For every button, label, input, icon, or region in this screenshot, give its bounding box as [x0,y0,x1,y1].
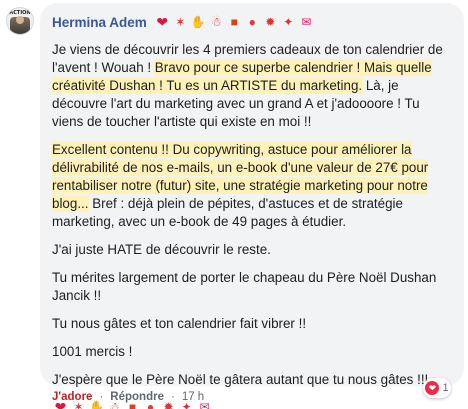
reaction-count-badge[interactable]: ❤ 1 [423,378,451,398]
comment-time[interactable]: 17 h [182,391,204,403]
paragraph-5: Tu nous gâtes et ton calendrier fait vib… [52,316,307,331]
gift-emoji-icon: ■ [230,14,238,29]
party-emoji-icon: ✶ [175,14,186,29]
pray-emoji-icon: ✋ [190,14,206,29]
love-reaction-button[interactable]: J'adore [52,391,92,403]
santa-emoji-icon: ☃ [210,14,222,29]
balloon-emoji-icon: ● [248,14,256,29]
paragraph-6: 1001 mercis ! [52,344,133,359]
author-name[interactable]: Hermina Adem [52,15,147,30]
love-letter-emoji-icon: ✉ [301,14,312,29]
comment-bubble: Hermina Adem ❤ ✶ ✋ ☃ ■ ● ✹ ✦ ✉ Je viens … [40,3,464,409]
facebook-comment-screenshot: ACTION Hermina Adem ❤ ✶ ✋ ☃ ■ ● ✹ ✦ ✉ Je… [0,0,468,409]
comment-actions: J'adore · Répondre · 17 h [52,391,204,403]
confetti-emoji-icon: ✹ [265,14,276,29]
paragraph-4: Tu mérites largement de porter le chapea… [52,270,437,303]
avatar[interactable]: ACTION [6,7,34,35]
party-popper-emoji-icon: ✦ [283,14,294,29]
comment-header: Hermina Adem ❤ ✶ ✋ ☃ ■ ● ✹ ✦ ✉ [52,11,452,33]
comment-message: Je viens de découvrir les 4 premiers cad… [52,41,452,389]
paragraph-3: J'ai juste HATE de découvrir le reste. [52,242,271,257]
separator-dot: · [99,391,104,403]
love-reaction-icon: ❤ [425,381,440,395]
paragraph-2: Excellent contenu !! Du copywriting, ast… [52,141,452,231]
heart-emoji-icon: ❤ [156,13,169,30]
reaction-count: 1 [442,382,449,394]
reply-button[interactable]: Répondre [110,391,164,403]
header-emoji-row: ❤ ✶ ✋ ☃ ■ ● ✹ ✦ ✉ [154,14,315,31]
paragraph-7: J'espère que le Père Noël te gâtera auta… [52,372,429,387]
paragraph-2-text-b: Bref : déjà plein de pépites, d'astuces … [52,196,403,229]
separator-dot: · [170,391,175,403]
avatar-face [16,16,24,24]
paragraph-1: Je viens de découvrir les 4 premiers cad… [52,41,452,131]
